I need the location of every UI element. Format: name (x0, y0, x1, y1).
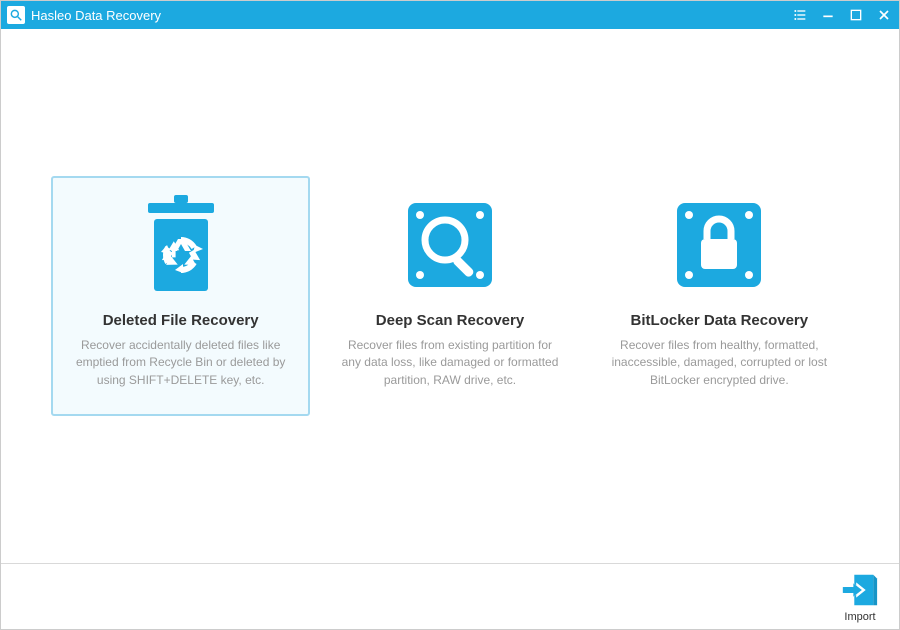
card-title: Deleted File Recovery (63, 312, 298, 329)
magnifier-drive-icon (332, 190, 567, 300)
import-button[interactable]: Import (841, 571, 879, 623)
titlebar: Hasleo Data Recovery (1, 1, 899, 29)
card-title: BitLocker Data Recovery (602, 312, 837, 329)
window-controls (791, 6, 893, 24)
deep-scan-recovery-card[interactable]: Deep Scan Recovery Recover files from ex… (320, 176, 579, 416)
card-description: Recover files from healthy, formatted, i… (602, 337, 837, 389)
minimize-icon[interactable] (819, 6, 837, 24)
recycle-bin-icon (63, 190, 298, 300)
bitlocker-recovery-card[interactable]: BitLocker Data Recovery Recover files fr… (590, 176, 849, 416)
maximize-icon[interactable] (847, 6, 865, 24)
lock-drive-icon (602, 190, 837, 300)
card-title: Deep Scan Recovery (332, 312, 567, 329)
main-content: Deleted File Recovery Recover accidental… (1, 29, 899, 563)
card-description: Recover files from existing partition fo… (332, 337, 567, 389)
footer: Import (1, 563, 899, 629)
app-icon (7, 6, 25, 24)
import-icon (841, 571, 879, 609)
app-title: Hasleo Data Recovery (31, 8, 791, 23)
card-description: Recover accidentally deleted files like … (63, 337, 298, 389)
import-label: Import (844, 611, 875, 623)
close-icon[interactable] (875, 6, 893, 24)
menu-icon[interactable] (791, 6, 809, 24)
recovery-options: Deleted File Recovery Recover accidental… (11, 176, 889, 416)
deleted-file-recovery-card[interactable]: Deleted File Recovery Recover accidental… (51, 176, 310, 416)
